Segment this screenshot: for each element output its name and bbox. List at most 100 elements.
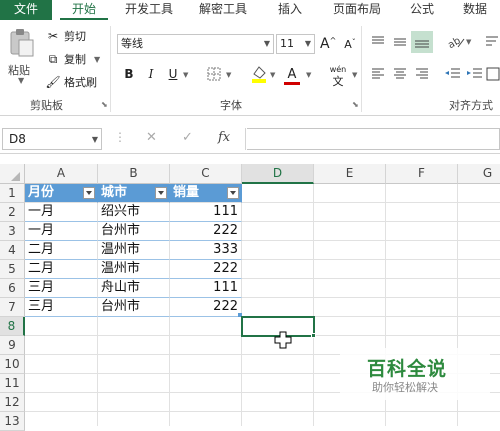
table-cell[interactable]: 二月 (25, 241, 98, 260)
divider (110, 26, 111, 112)
font-size-value: 11 (280, 37, 294, 50)
table-cell[interactable]: 温州市 (98, 241, 170, 260)
font-size-select[interactable]: 11 ▼ (276, 34, 315, 54)
formula-bar: D8 ▼ ⋮ ✕ ✓ fx (0, 124, 500, 154)
table-cell[interactable]: 舟山市 (98, 279, 170, 298)
italic-button[interactable]: I (143, 67, 159, 81)
phonetic-label: wén (329, 65, 347, 74)
header-city: 城市 (101, 185, 128, 200)
phonetic-dropdown-icon[interactable]: ▼ (352, 71, 357, 79)
table-cell[interactable]: 绍兴市 (98, 203, 170, 222)
formula-buttons: ✕ ✓ fx (132, 128, 246, 150)
tab-home[interactable]: 开始 (60, 0, 108, 20)
cancel-icon[interactable]: ✕ (146, 130, 157, 145)
font-name-value: 等线 (121, 37, 143, 50)
tab-file[interactable]: 文件 (0, 0, 52, 20)
bold-button[interactable]: B (121, 67, 137, 81)
tab-data[interactable]: 数据 (454, 0, 496, 20)
copy-button[interactable]: ⧉ 复制 ▼ (46, 51, 100, 67)
ribbon-tab-bar: 文件 开始 开发工具 解密工具 插入 页面布局 公式 数据 (0, 0, 500, 20)
table-header-cell[interactable]: 销量 (170, 184, 242, 203)
tab-decrypt[interactable]: 解密工具 (192, 0, 254, 20)
borders-dropdown-icon[interactable]: ▼ (226, 71, 231, 79)
table-cell[interactable]: 333 (170, 241, 242, 260)
table-cell[interactable]: 台州市 (98, 222, 170, 241)
table-cell[interactable]: 一月 (25, 203, 98, 222)
align-right-icon[interactable] (414, 66, 430, 82)
ribbon: 粘贴 ▼ ✂ 剪切 ⧉ 复制 ▼ 🖌 格式刷 剪贴板 ⬊ 等线 ▼ 11 ▼ A… (0, 20, 500, 116)
clipboard-launcher-icon[interactable]: ⬊ (101, 100, 108, 109)
underline-dropdown-icon[interactable]: ▼ (183, 71, 188, 79)
watermark: 百科全说 助你轻松解决 (340, 348, 490, 400)
table-cell[interactable]: 三月 (25, 298, 98, 317)
cut-button[interactable]: ✂ 剪切 (46, 28, 86, 44)
watermark-title: 百科全说 (367, 358, 448, 380)
phonetic-button[interactable]: wén 文 (326, 62, 350, 87)
copy-icon: ⧉ (48, 51, 58, 66)
format-painter-button[interactable]: 🖌 格式刷 (45, 74, 97, 90)
table-cell[interactable]: 三月 (25, 279, 98, 298)
formula-input[interactable] (247, 128, 500, 150)
filter-dropdown-icon[interactable] (155, 187, 167, 199)
align-middle-icon[interactable] (392, 34, 408, 50)
copy-label: 复制 (64, 53, 86, 66)
align-bottom-icon[interactable] (411, 31, 433, 53)
chevron-down-icon: ▼ (263, 39, 270, 48)
fill-handle[interactable] (311, 333, 316, 338)
font-name-select[interactable]: 等线 ▼ (117, 34, 274, 54)
table-cell[interactable]: 222 (170, 222, 242, 241)
align-center-icon[interactable] (392, 66, 408, 82)
alignment-group-label: 对齐方式 (449, 99, 493, 112)
font-color-icon: A (287, 67, 297, 82)
underline-button[interactable]: U (165, 67, 181, 81)
fill-color-dropdown-icon[interactable]: ▼ (270, 71, 275, 79)
paste-icon[interactable] (9, 28, 35, 58)
divider (361, 26, 362, 112)
tab-developer[interactable]: 开发工具 (118, 0, 180, 20)
align-left-icon[interactable] (370, 66, 386, 82)
table-cell[interactable]: 222 (170, 260, 242, 279)
tab-page-layout[interactable]: 页面布局 (324, 0, 390, 20)
table-cell[interactable]: 111 (170, 279, 242, 298)
orientation-dropdown-icon[interactable]: ▼ (466, 38, 471, 46)
orientation-icon[interactable]: ab (446, 33, 466, 51)
font-color-dropdown-icon[interactable]: ▼ (306, 71, 311, 79)
align-top-icon[interactable] (370, 34, 386, 50)
table-cell[interactable]: 台州市 (98, 298, 170, 317)
wrap-text-icon[interactable] (484, 34, 500, 50)
copy-dropdown-icon[interactable]: ▼ (94, 55, 100, 64)
decrease-indent-icon[interactable] (444, 66, 462, 82)
grow-font-icon: A (320, 36, 330, 52)
header-month: 月份 (28, 185, 55, 200)
table-header-cell[interactable]: 月份 (25, 184, 98, 203)
table-cell[interactable]: 222 (170, 298, 242, 317)
table-cell[interactable]: 二月 (25, 260, 98, 279)
chevron-down-icon: ▼ (304, 39, 311, 48)
font-color-button[interactable]: A (284, 63, 300, 85)
increase-indent-icon[interactable] (466, 66, 484, 82)
grow-font-button[interactable]: A^ (320, 36, 336, 52)
shrink-font-icon: A (344, 38, 352, 51)
insert-function-icon[interactable]: fx (218, 130, 230, 145)
filter-dropdown-icon[interactable] (83, 187, 95, 199)
shrink-font-button[interactable]: Aˇ (342, 38, 358, 51)
svg-text:ab: ab (446, 35, 462, 51)
fill-color-icon[interactable] (250, 64, 268, 84)
borders-icon[interactable] (206, 66, 222, 82)
name-box[interactable]: D8 ▼ (2, 128, 102, 150)
table-cell[interactable]: 温州市 (98, 260, 170, 279)
table-cell[interactable]: 111 (170, 203, 242, 222)
chevron-down-icon: ▼ (91, 135, 98, 144)
table-cell[interactable]: 一月 (25, 222, 98, 241)
paste-dropdown-icon[interactable]: ▼ (18, 76, 24, 85)
font-launcher-icon[interactable]: ⬊ (352, 100, 359, 109)
filter-dropdown-icon[interactable] (227, 187, 239, 199)
confirm-icon[interactable]: ✓ (182, 130, 193, 145)
font-group-label: 字体 (220, 99, 242, 112)
format-painter-label: 格式刷 (64, 76, 97, 89)
merge-center-icon[interactable] (486, 66, 500, 82)
tab-insert[interactable]: 插入 (270, 0, 310, 20)
scissors-icon: ✂ (47, 29, 59, 43)
tab-formulas[interactable]: 公式 (402, 0, 442, 20)
table-header-cell[interactable]: 城市 (98, 184, 170, 203)
